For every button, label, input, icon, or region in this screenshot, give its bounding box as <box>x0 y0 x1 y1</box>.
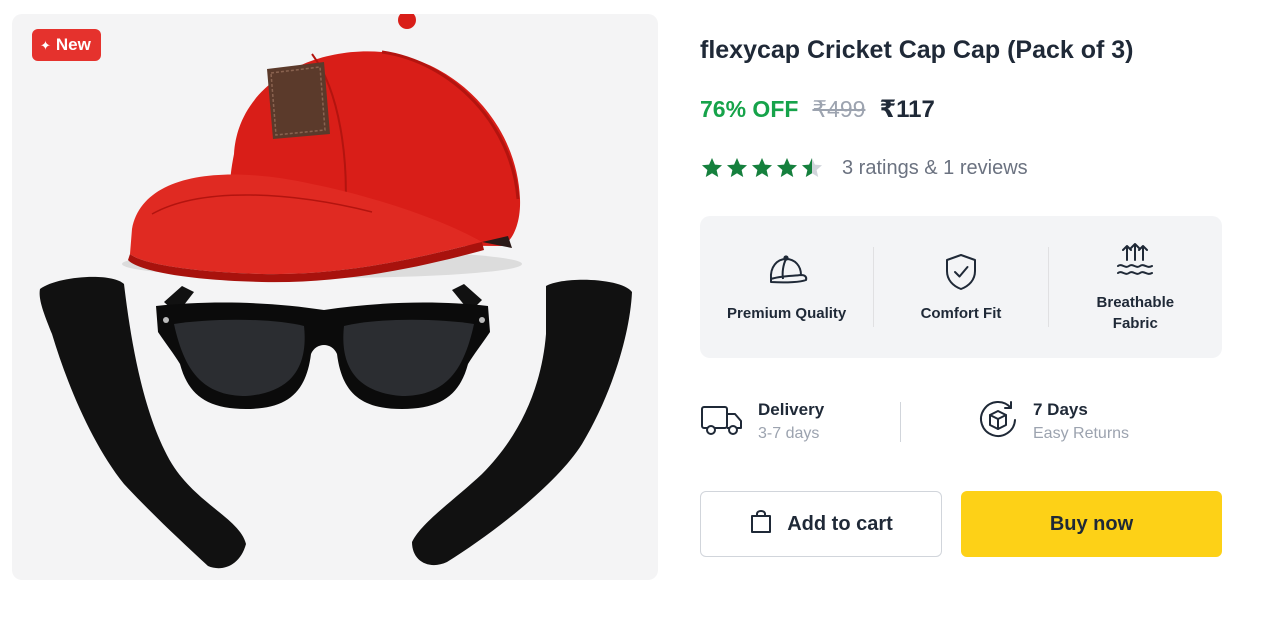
cap-icon <box>765 251 809 293</box>
returns-info: 7 Days Easy Returns <box>977 398 1129 446</box>
sparkle-icon: ✦ <box>40 37 51 53</box>
return-box-icon <box>977 399 1019 446</box>
feature-label: Breathable Fabric <box>1096 294 1175 332</box>
feature-breathable-fabric: Breathable Fabric <box>1049 240 1222 334</box>
feature-premium-quality: Premium Quality <box>700 251 873 324</box>
discount-label: 76% OFF <box>700 96 799 122</box>
product-image <box>39 14 632 569</box>
star-icon <box>777 158 797 177</box>
feature-label: Comfort Fit <box>920 304 1002 322</box>
truck-icon <box>700 402 744 443</box>
rating-row[interactable]: 3 ratings & 1 reviews <box>700 156 1028 180</box>
delivery-subtitle: 3-7 days <box>758 425 820 442</box>
add-to-cart-button[interactable]: Add to cart <box>700 491 942 557</box>
shopping-bag-icon <box>749 508 773 540</box>
shield-check-icon <box>944 251 978 293</box>
price-row: 76% OFF ₹499 ₹117 <box>700 95 935 124</box>
star-icon <box>752 158 772 177</box>
add-to-cart-label: Add to cart <box>787 512 893 535</box>
breathable-icon <box>1115 240 1155 282</box>
delivery-returns-row: Delivery 3-7 days 7 Days Easy Returns <box>700 396 1222 448</box>
delivery-info: Delivery 3-7 days <box>700 398 900 446</box>
delivery-title: Delivery <box>758 400 825 419</box>
feature-comfort-fit: Comfort Fit <box>874 251 1047 324</box>
star-icon <box>802 158 822 177</box>
star-icon <box>702 158 722 177</box>
new-badge: ✦ New <box>32 29 101 61</box>
divider <box>900 402 901 442</box>
returns-title: 7 Days <box>1033 400 1088 419</box>
product-title: flexycap Cricket Cap Cap (Pack of 3) <box>700 36 1134 64</box>
feature-highlights: Premium Quality Comfort Fit Breathable F… <box>700 216 1222 358</box>
product-image-card[interactable]: ✦ New <box>12 14 658 580</box>
feature-label: Premium Quality <box>727 304 847 322</box>
star-rating <box>700 156 824 180</box>
returns-subtitle: Easy Returns <box>1033 425 1130 442</box>
star-icon <box>727 158 747 177</box>
new-badge-label: New <box>55 35 91 54</box>
selling-price: ₹117 <box>879 96 935 123</box>
buy-now-label: Buy now <box>1049 512 1134 535</box>
original-price: ₹499 <box>812 96 866 122</box>
buy-now-button[interactable]: Buy now <box>961 491 1222 557</box>
rating-count[interactable]: 3 ratings & 1 reviews <box>842 157 1028 180</box>
